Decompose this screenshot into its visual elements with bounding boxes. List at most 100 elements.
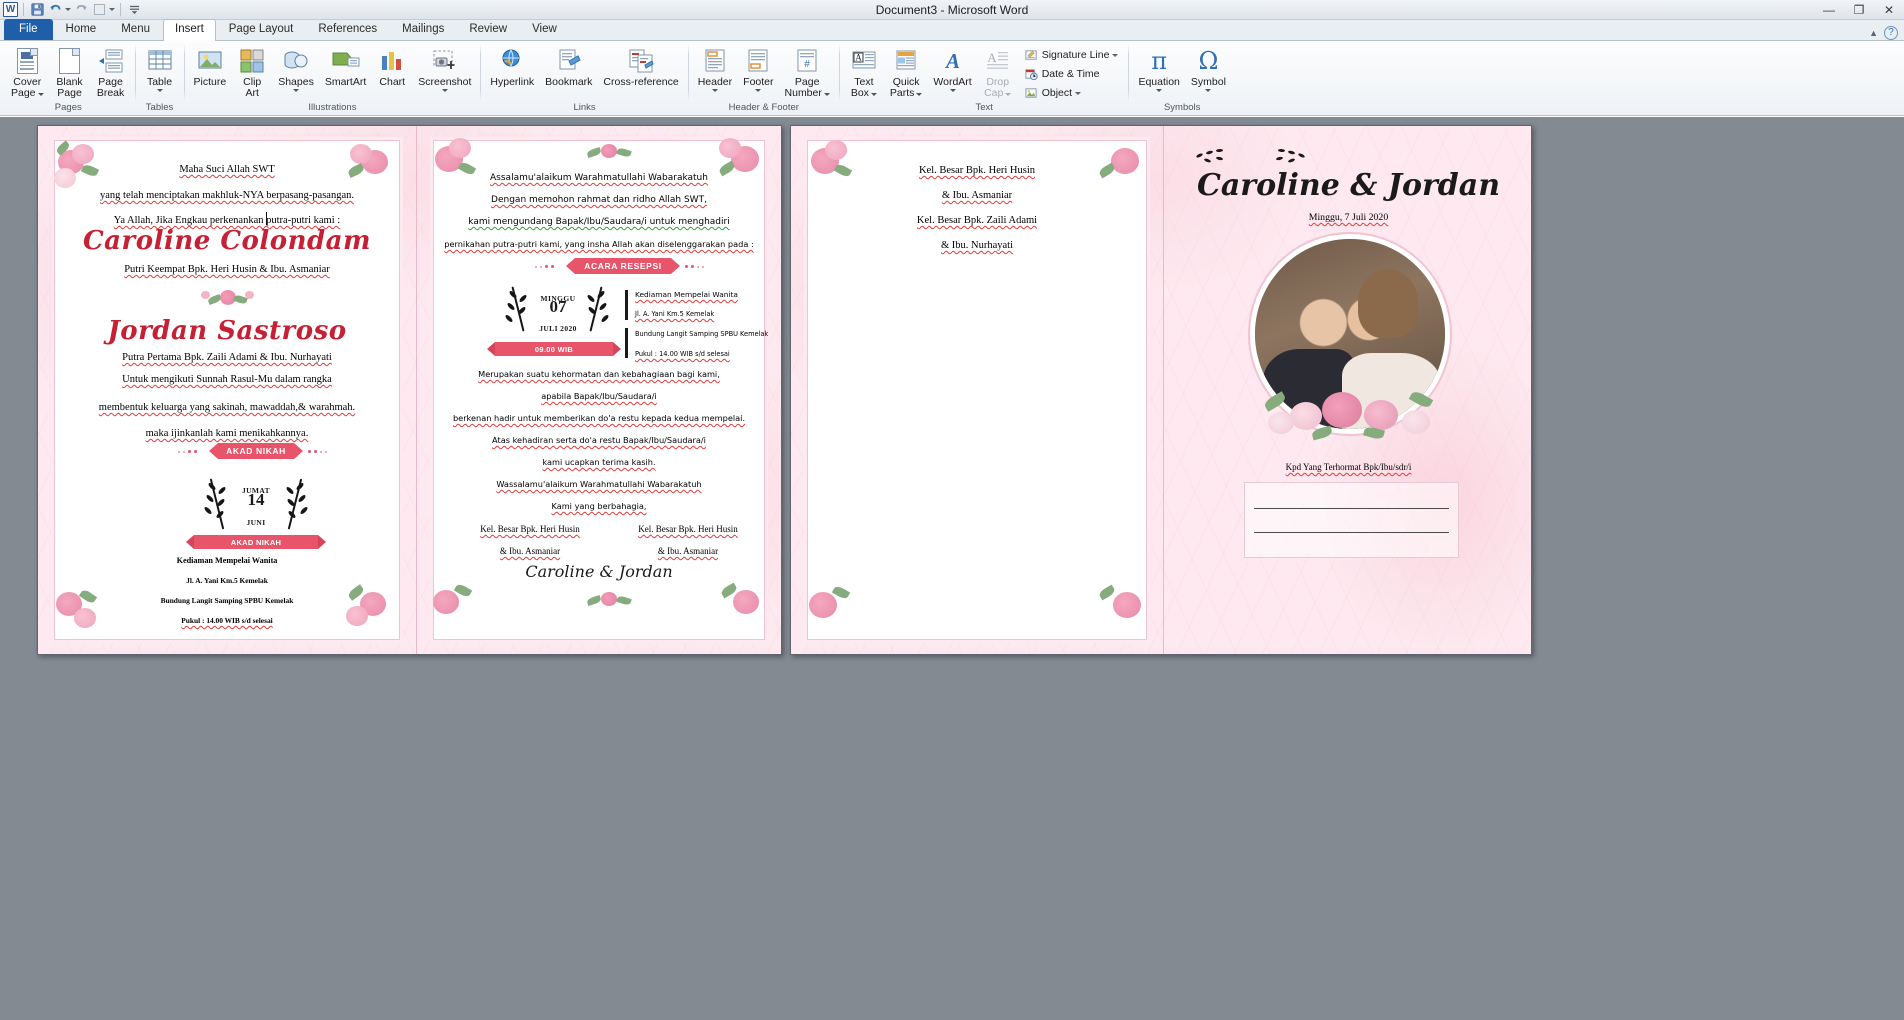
object-dropdown-caret[interactable] bbox=[1075, 92, 1081, 95]
save-icon[interactable] bbox=[29, 2, 45, 18]
symbol-button[interactable]: Ω Symbol bbox=[1186, 43, 1231, 93]
customize-qat-icon[interactable] bbox=[126, 2, 142, 18]
panel-c-family-2: & Ibu. Asmaniar bbox=[791, 190, 1163, 201]
header-button[interactable]: Header bbox=[693, 43, 737, 93]
ribbon-group-links: Hyperlink Bookmark bbox=[481, 41, 687, 115]
ribbon-group-text: A Text Box bbox=[840, 41, 1129, 115]
redo-icon[interactable] bbox=[73, 2, 89, 18]
shapes-icon bbox=[281, 46, 311, 76]
signature-line-button[interactable]: Signature Line bbox=[1021, 46, 1123, 64]
shapes-dropdown-caret[interactable] bbox=[293, 89, 299, 92]
page-number-label2: Number bbox=[785, 88, 822, 99]
chart-button[interactable]: Chart bbox=[372, 43, 412, 89]
signature-line-dropdown-caret[interactable] bbox=[1112, 54, 1118, 57]
picture-icon bbox=[195, 46, 225, 76]
footer-button[interactable]: Footer bbox=[738, 43, 778, 93]
ribbon-tab-bar: File Home Menu Insert Page Layout Refere… bbox=[0, 20, 1904, 41]
screenshot-dropdown-caret[interactable] bbox=[442, 89, 448, 92]
table-dropdown-caret[interactable] bbox=[157, 89, 163, 92]
closing-line-7: Kami yang berbahagia, bbox=[417, 501, 781, 511]
quick-access-toolbar[interactable]: W bbox=[0, 0, 142, 19]
greeting-line-4: pernikahan putra-putri kami, yang insha … bbox=[417, 239, 781, 249]
drop-cap-dropdown-caret[interactable] bbox=[1005, 93, 1011, 96]
greeting-line-1: Assalamu'alaikum Warahmatullahi Wabaraka… bbox=[417, 173, 781, 183]
tab-review[interactable]: Review bbox=[457, 19, 519, 40]
tab-view[interactable]: View bbox=[520, 19, 569, 40]
minimize-ribbon-icon[interactable]: ▲ bbox=[1869, 28, 1878, 38]
text-box-button[interactable]: A Text Box bbox=[844, 43, 884, 100]
cover-page-dropdown-caret[interactable] bbox=[38, 93, 44, 96]
blank-page-button[interactable]: Blank Page bbox=[50, 43, 90, 100]
resepsi-venue-3: Bundung Langit Samping SPBU Kemelak bbox=[635, 330, 781, 338]
page-break-button[interactable]: Page Break bbox=[91, 43, 131, 100]
table-button[interactable]: Table bbox=[140, 43, 180, 93]
window-controls: — ❐ ✕ bbox=[1814, 0, 1904, 19]
text-box-label2: Box bbox=[851, 88, 869, 99]
screenshot-label: Screenshot bbox=[418, 77, 471, 88]
tab-home[interactable]: Home bbox=[54, 19, 109, 40]
word-logo-icon[interactable]: W bbox=[3, 2, 18, 17]
tab-menu[interactable]: Menu bbox=[109, 19, 162, 40]
group-label-tables: Tables bbox=[136, 103, 184, 115]
screenshot-button[interactable]: Screenshot bbox=[413, 43, 476, 93]
close-button[interactable]: ✕ bbox=[1874, 0, 1904, 19]
invocation-line-3: Ya Allah, Jika Engkau perkenankan putra-… bbox=[38, 215, 416, 226]
equation-pi-icon: π bbox=[1144, 46, 1174, 76]
invocation-line-2: yang telah menciptakan makhluk-NYA berpa… bbox=[38, 190, 416, 201]
object-button[interactable]: Object bbox=[1021, 84, 1123, 102]
resepsi-venue-4: Pukul : 14.00 WIB s/d selesai bbox=[635, 350, 781, 358]
hyperlink-button[interactable]: Hyperlink bbox=[485, 43, 539, 89]
page-number-dropdown-caret[interactable] bbox=[824, 93, 830, 96]
closing-line-3: berkenan hadir untuk memberikan do'a res… bbox=[417, 413, 781, 423]
tab-insert[interactable]: Insert bbox=[163, 19, 216, 41]
tab-mailings[interactable]: Mailings bbox=[390, 19, 456, 40]
print-dropdown-caret[interactable] bbox=[109, 8, 115, 11]
document-page-1[interactable]: Maha Suci Allah SWT yang telah menciptak… bbox=[37, 125, 782, 655]
resepsi-date-number: 07 bbox=[501, 298, 615, 317]
minimize-button[interactable]: — bbox=[1814, 0, 1844, 19]
closing-line-2: apabila Bapak/Ibu/Saudara/i bbox=[417, 391, 781, 401]
closing-line-6: Wassalamu'alaikum Warahmatullahi Wabarak… bbox=[417, 479, 781, 489]
drop-cap-button[interactable]: A Drop Cap bbox=[978, 43, 1018, 100]
document-canvas[interactable]: Maha Suci Allah SWT yang telah menciptak… bbox=[0, 117, 1904, 1020]
equation-button[interactable]: π Equation bbox=[1133, 43, 1184, 93]
title-bar: W Document3 - Microsoft Word — ❐ ✕ bbox=[0, 0, 1904, 20]
cover-page-button[interactable]: Cover Page bbox=[6, 43, 49, 100]
quick-parts-dropdown-caret[interactable] bbox=[916, 93, 922, 96]
symbol-dropdown-caret[interactable] bbox=[1205, 89, 1211, 92]
akad-month: JUNI bbox=[200, 512, 312, 530]
text-box-dropdown-caret[interactable] bbox=[871, 93, 877, 96]
header-label: Header bbox=[698, 77, 732, 88]
document-page-2[interactable]: Kel. Besar Bpk. Heri Husin & Ibu. Asmani… bbox=[790, 125, 1532, 655]
date-time-icon bbox=[1025, 67, 1039, 81]
clip-art-button[interactable]: Clip Art bbox=[232, 43, 272, 100]
page-number-button[interactable]: # Page Number bbox=[780, 43, 835, 100]
drop-cap-label2: Cap bbox=[984, 88, 1003, 99]
date-and-time-button[interactable]: Date & Time bbox=[1021, 65, 1123, 83]
header-dropdown-caret[interactable] bbox=[712, 89, 718, 92]
equation-dropdown-caret[interactable] bbox=[1156, 89, 1162, 92]
help-icon[interactable]: ? bbox=[1884, 26, 1898, 40]
recipient-address-box[interactable] bbox=[1244, 482, 1459, 558]
tab-references[interactable]: References bbox=[306, 19, 389, 40]
laurel-spray-right-icon bbox=[1262, 148, 1322, 168]
shapes-button[interactable]: Shapes bbox=[273, 43, 319, 93]
undo-icon[interactable] bbox=[47, 2, 63, 18]
bookmark-button[interactable]: Bookmark bbox=[540, 43, 597, 89]
print-preview-icon[interactable] bbox=[91, 2, 107, 18]
wordart-dropdown-caret[interactable] bbox=[950, 89, 956, 92]
tab-page-layout[interactable]: Page Layout bbox=[217, 19, 306, 40]
wordart-button[interactable]: A WordArt bbox=[928, 43, 976, 93]
quick-parts-button[interactable]: Quick Parts bbox=[885, 43, 928, 100]
photo-image bbox=[1255, 239, 1445, 429]
restore-button[interactable]: ❐ bbox=[1844, 0, 1874, 19]
cross-reference-button[interactable]: Cross-reference bbox=[598, 43, 683, 89]
footer-dropdown-caret[interactable] bbox=[755, 89, 761, 92]
smartart-button[interactable]: SmartArt bbox=[320, 43, 371, 89]
undo-dropdown-caret[interactable] bbox=[65, 8, 71, 11]
group-label-symbols: Symbols bbox=[1129, 103, 1234, 115]
photo-bride-hair bbox=[1358, 269, 1419, 337]
group-label-pages: Pages bbox=[2, 103, 135, 115]
picture-button[interactable]: Picture bbox=[189, 43, 232, 89]
tab-file[interactable]: File bbox=[4, 19, 53, 40]
